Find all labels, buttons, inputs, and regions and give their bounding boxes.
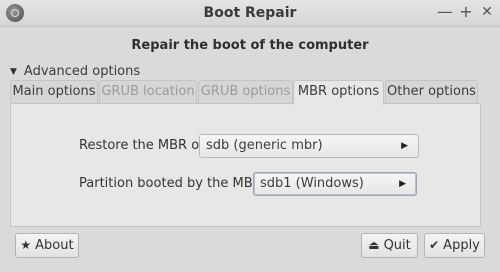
triangle-down-icon: ▼ — [10, 67, 17, 77]
minimize-icon[interactable]: — — [436, 2, 454, 22]
apply-label: Apply — [443, 238, 480, 253]
close-icon[interactable]: ✕ — [478, 2, 496, 22]
advanced-options-label: Advanced options — [23, 64, 141, 79]
window-title: Boot Repair — [203, 5, 297, 21]
advanced-options-expander[interactable]: ▼ Advanced options — [10, 64, 140, 80]
triangle-right-icon: ▶ — [401, 141, 408, 151]
exit-icon: ⏏ — [368, 238, 380, 252]
about-button[interactable]: ★ About — [15, 233, 79, 258]
tab-grub-options[interactable]: GRUB options — [198, 80, 293, 103]
page-heading: Repair the boot of the computer — [131, 38, 369, 53]
maximize-icon[interactable]: + — [457, 2, 475, 22]
partition-booted-label: Partition booted by the MBR: — [79, 176, 266, 191]
partition-booted-select[interactable]: sdb1 (Windows) ▶ — [253, 172, 417, 196]
checkmark-icon: ✔ — [429, 238, 440, 252]
tab-grub-location[interactable]: GRUB location — [99, 80, 197, 103]
title-bar: Boot Repair — + ✕ — [0, 0, 500, 27]
tab-mbr-options[interactable]: MBR options — [293, 80, 384, 105]
restore-mbr-value: sdb (generic mbr) — [206, 138, 323, 153]
star-icon: ★ — [20, 238, 32, 252]
mbr-options-panel: Restore the MBR of: sdb (generic mbr) ▶ … — [10, 103, 481, 227]
quit-button[interactable]: ⏏ Quit — [361, 233, 418, 258]
restore-mbr-label: Restore the MBR of: — [79, 138, 208, 153]
restore-mbr-select[interactable]: sdb (generic mbr) ▶ — [199, 134, 419, 158]
tab-other-options[interactable]: Other options — [385, 80, 478, 103]
tab-main-options[interactable]: Main options — [10, 80, 98, 103]
about-label: About — [35, 238, 74, 253]
apply-button[interactable]: ✔ Apply — [424, 233, 485, 258]
quit-label: Quit — [383, 238, 411, 253]
partition-booted-value: sdb1 (Windows) — [260, 176, 364, 191]
triangle-right-icon: ▶ — [399, 179, 406, 189]
